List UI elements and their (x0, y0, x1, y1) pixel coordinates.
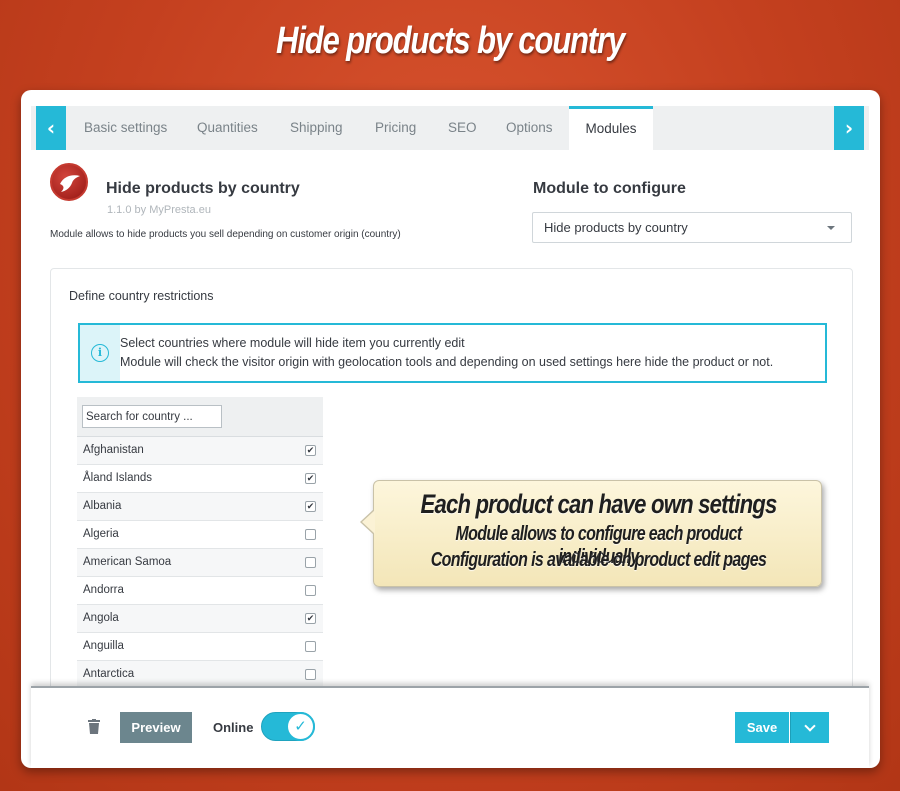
save-dropdown-button[interactable] (790, 712, 829, 743)
info-alert: i Select countries where module will hid… (78, 323, 827, 383)
country-name: American Samoa (83, 556, 172, 568)
country-checkbox[interactable]: ✔ (305, 473, 316, 484)
preview-button[interactable]: Preview (120, 712, 192, 743)
module-logo (50, 163, 88, 201)
tab-basic-settings[interactable]: Basic settings (84, 106, 167, 150)
country-name: Angola (83, 612, 119, 624)
country-name: Algeria (83, 528, 119, 540)
tab-modules[interactable]: Modules (569, 106, 653, 150)
country-list: Afghanistan ✔ Åland Islands ✔ Albania ✔ Algeri… (77, 437, 323, 689)
country-row: Anguilla (77, 633, 323, 661)
module-version: 1.1.0 by MyPresta.eu (107, 204, 211, 216)
callout-headline: Each product can have own settings (420, 489, 778, 519)
feature-callout: Each product can have own settings Modul… (360, 480, 822, 587)
country-name: Andorra (83, 584, 124, 596)
product-edit-card: ‹ Basic settings Quantities Shipping Pri… (21, 90, 880, 768)
info-line-1: Select countries where module will hide … (120, 336, 465, 350)
product-edit-panel: ‹ Basic settings Quantities Shipping Pri… (31, 100, 869, 690)
country-checkbox[interactable] (305, 557, 316, 568)
module-select[interactable]: Hide products by country (532, 212, 852, 243)
bird-icon (60, 175, 80, 192)
caret-down-icon (827, 226, 835, 230)
country-name: Åland Islands (83, 472, 153, 484)
tab-pricing[interactable]: Pricing (375, 106, 416, 150)
tab-quantities[interactable]: Quantities (197, 106, 258, 150)
alert-icon-box: i (80, 325, 120, 381)
country-row: Albania ✔ (77, 493, 323, 521)
info-icon: i (91, 344, 109, 362)
country-checkbox[interactable] (305, 529, 316, 540)
country-checkbox[interactable]: ✔ (305, 501, 316, 512)
country-checkbox[interactable] (305, 641, 316, 652)
country-name: Afghanistan (83, 444, 144, 456)
product-tabs: ‹ Basic settings Quantities Shipping Pri… (31, 106, 869, 150)
check-icon: ✓ (286, 712, 315, 741)
callout-line-3: Configuration is available on product ed… (430, 549, 767, 571)
country-row: Antarctica (77, 661, 323, 689)
country-row: Angola ✔ (77, 605, 323, 633)
country-checkbox[interactable]: ✔ (305, 445, 316, 456)
module-to-configure-title: Module to configure (533, 180, 686, 197)
country-checkbox[interactable] (305, 585, 316, 596)
online-toggle[interactable]: ✓ (261, 712, 315, 741)
info-line-2: Module will check the visitor origin wit… (120, 355, 774, 369)
online-label: Online (213, 720, 254, 735)
module-description: Module allows to hide products you sell … (50, 229, 401, 240)
section-title: Define country restrictions (69, 289, 214, 303)
country-name: Anguilla (83, 640, 124, 652)
banner-title: Hide products by country (276, 20, 625, 62)
country-row: Afghanistan ✔ (77, 437, 323, 465)
country-table: Afghanistan ✔ Åland Islands ✔ Albania ✔ Algeri… (77, 397, 323, 689)
tab-seo[interactable]: SEO (448, 106, 477, 150)
country-row: American Samoa (77, 549, 323, 577)
country-row: Andorra (77, 577, 323, 605)
trash-icon[interactable] (88, 719, 100, 734)
country-name: Antarctica (83, 668, 135, 680)
tab-shipping[interactable]: Shipping (290, 106, 343, 150)
country-row: Åland Islands ✔ (77, 465, 323, 493)
module-name: Hide products by country (106, 180, 300, 197)
chevron-left-icon[interactable]: ‹ (36, 106, 66, 150)
country-checkbox[interactable] (305, 669, 316, 680)
country-name: Albania (83, 500, 122, 512)
chevron-right-icon[interactable]: › (834, 106, 864, 150)
save-button[interactable]: Save (735, 712, 789, 743)
footer-toolbar: Preview Online ✓ Save (31, 686, 869, 768)
module-select-value: Hide products by country (544, 220, 688, 235)
country-row: Algeria (77, 521, 323, 549)
country-search-input[interactable] (82, 405, 222, 428)
tab-options[interactable]: Options (506, 106, 553, 150)
chevron-down-icon (804, 720, 816, 732)
country-checkbox[interactable]: ✔ (305, 613, 316, 624)
search-row (77, 397, 323, 437)
country-restrictions-section: Define country restrictions i Select cou… (50, 268, 853, 690)
